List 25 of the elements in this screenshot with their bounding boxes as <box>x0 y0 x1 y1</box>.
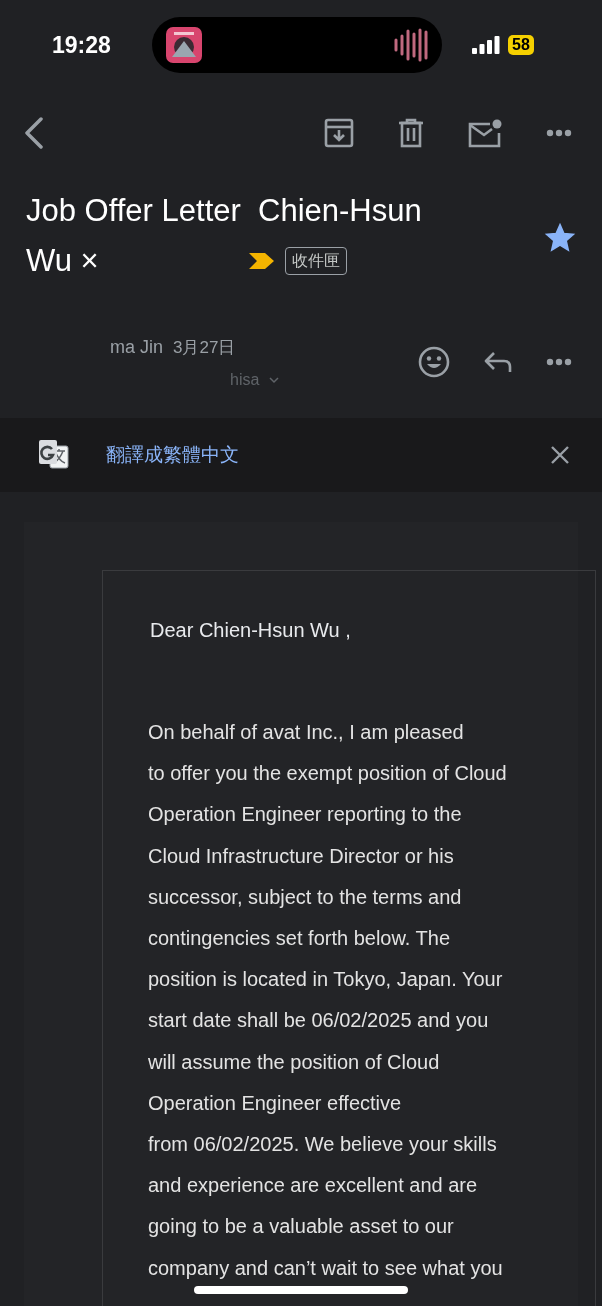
status-time: 19:28 <box>52 31 112 59</box>
sender-name: ma Jin <box>110 336 163 358</box>
more-icon[interactable] <box>546 129 572 137</box>
emoji-icon[interactable] <box>418 346 450 378</box>
mark-unread-icon[interactable] <box>468 118 502 148</box>
reply-icon[interactable] <box>484 351 512 373</box>
signal-icon <box>472 36 500 54</box>
battery-level: 58 <box>508 35 534 55</box>
important-marker-icon[interactable] <box>248 251 275 271</box>
star-icon[interactable] <box>544 222 576 254</box>
archive-icon[interactable] <box>324 118 354 148</box>
more-icon[interactable] <box>546 358 572 366</box>
email-subject: Job Offer Letter Chien-Hsun <box>26 192 422 230</box>
close-icon[interactable] <box>550 445 570 465</box>
label-tag[interactable]: 收件匣 <box>284 247 347 275</box>
letter-greeting: Dear Chien-Hsun Wu , <box>150 619 352 642</box>
back-icon[interactable] <box>24 117 44 149</box>
audio-wave-icon <box>394 28 428 62</box>
translate-icon[interactable] <box>38 439 70 471</box>
email-date: 3月27日 <box>173 336 236 359</box>
delete-icon[interactable] <box>398 118 424 148</box>
chevron-down-icon[interactable] <box>269 375 280 384</box>
translate-link[interactable]: 翻譯成繁體中文 <box>106 442 239 468</box>
email-subject: Wu × <box>26 242 99 280</box>
letter-paragraph: On behalf of avat Inc., I am pleased to offer you the exempt position of Cloud Operation Engineer reporting to the Cloud Infrastructure Director or his successor, subject to the terms and contingencies set forth below. The position is located in Tokyo, Japan. Your start date shall be 06/02/2025 and you will assume the position of Cloud Operation Engineer effective from 06/02/2025. We believe your skills and experience are excellent and are going to be a valuable asset to our company and can’t wait to see what you <box>148 720 508 1281</box>
